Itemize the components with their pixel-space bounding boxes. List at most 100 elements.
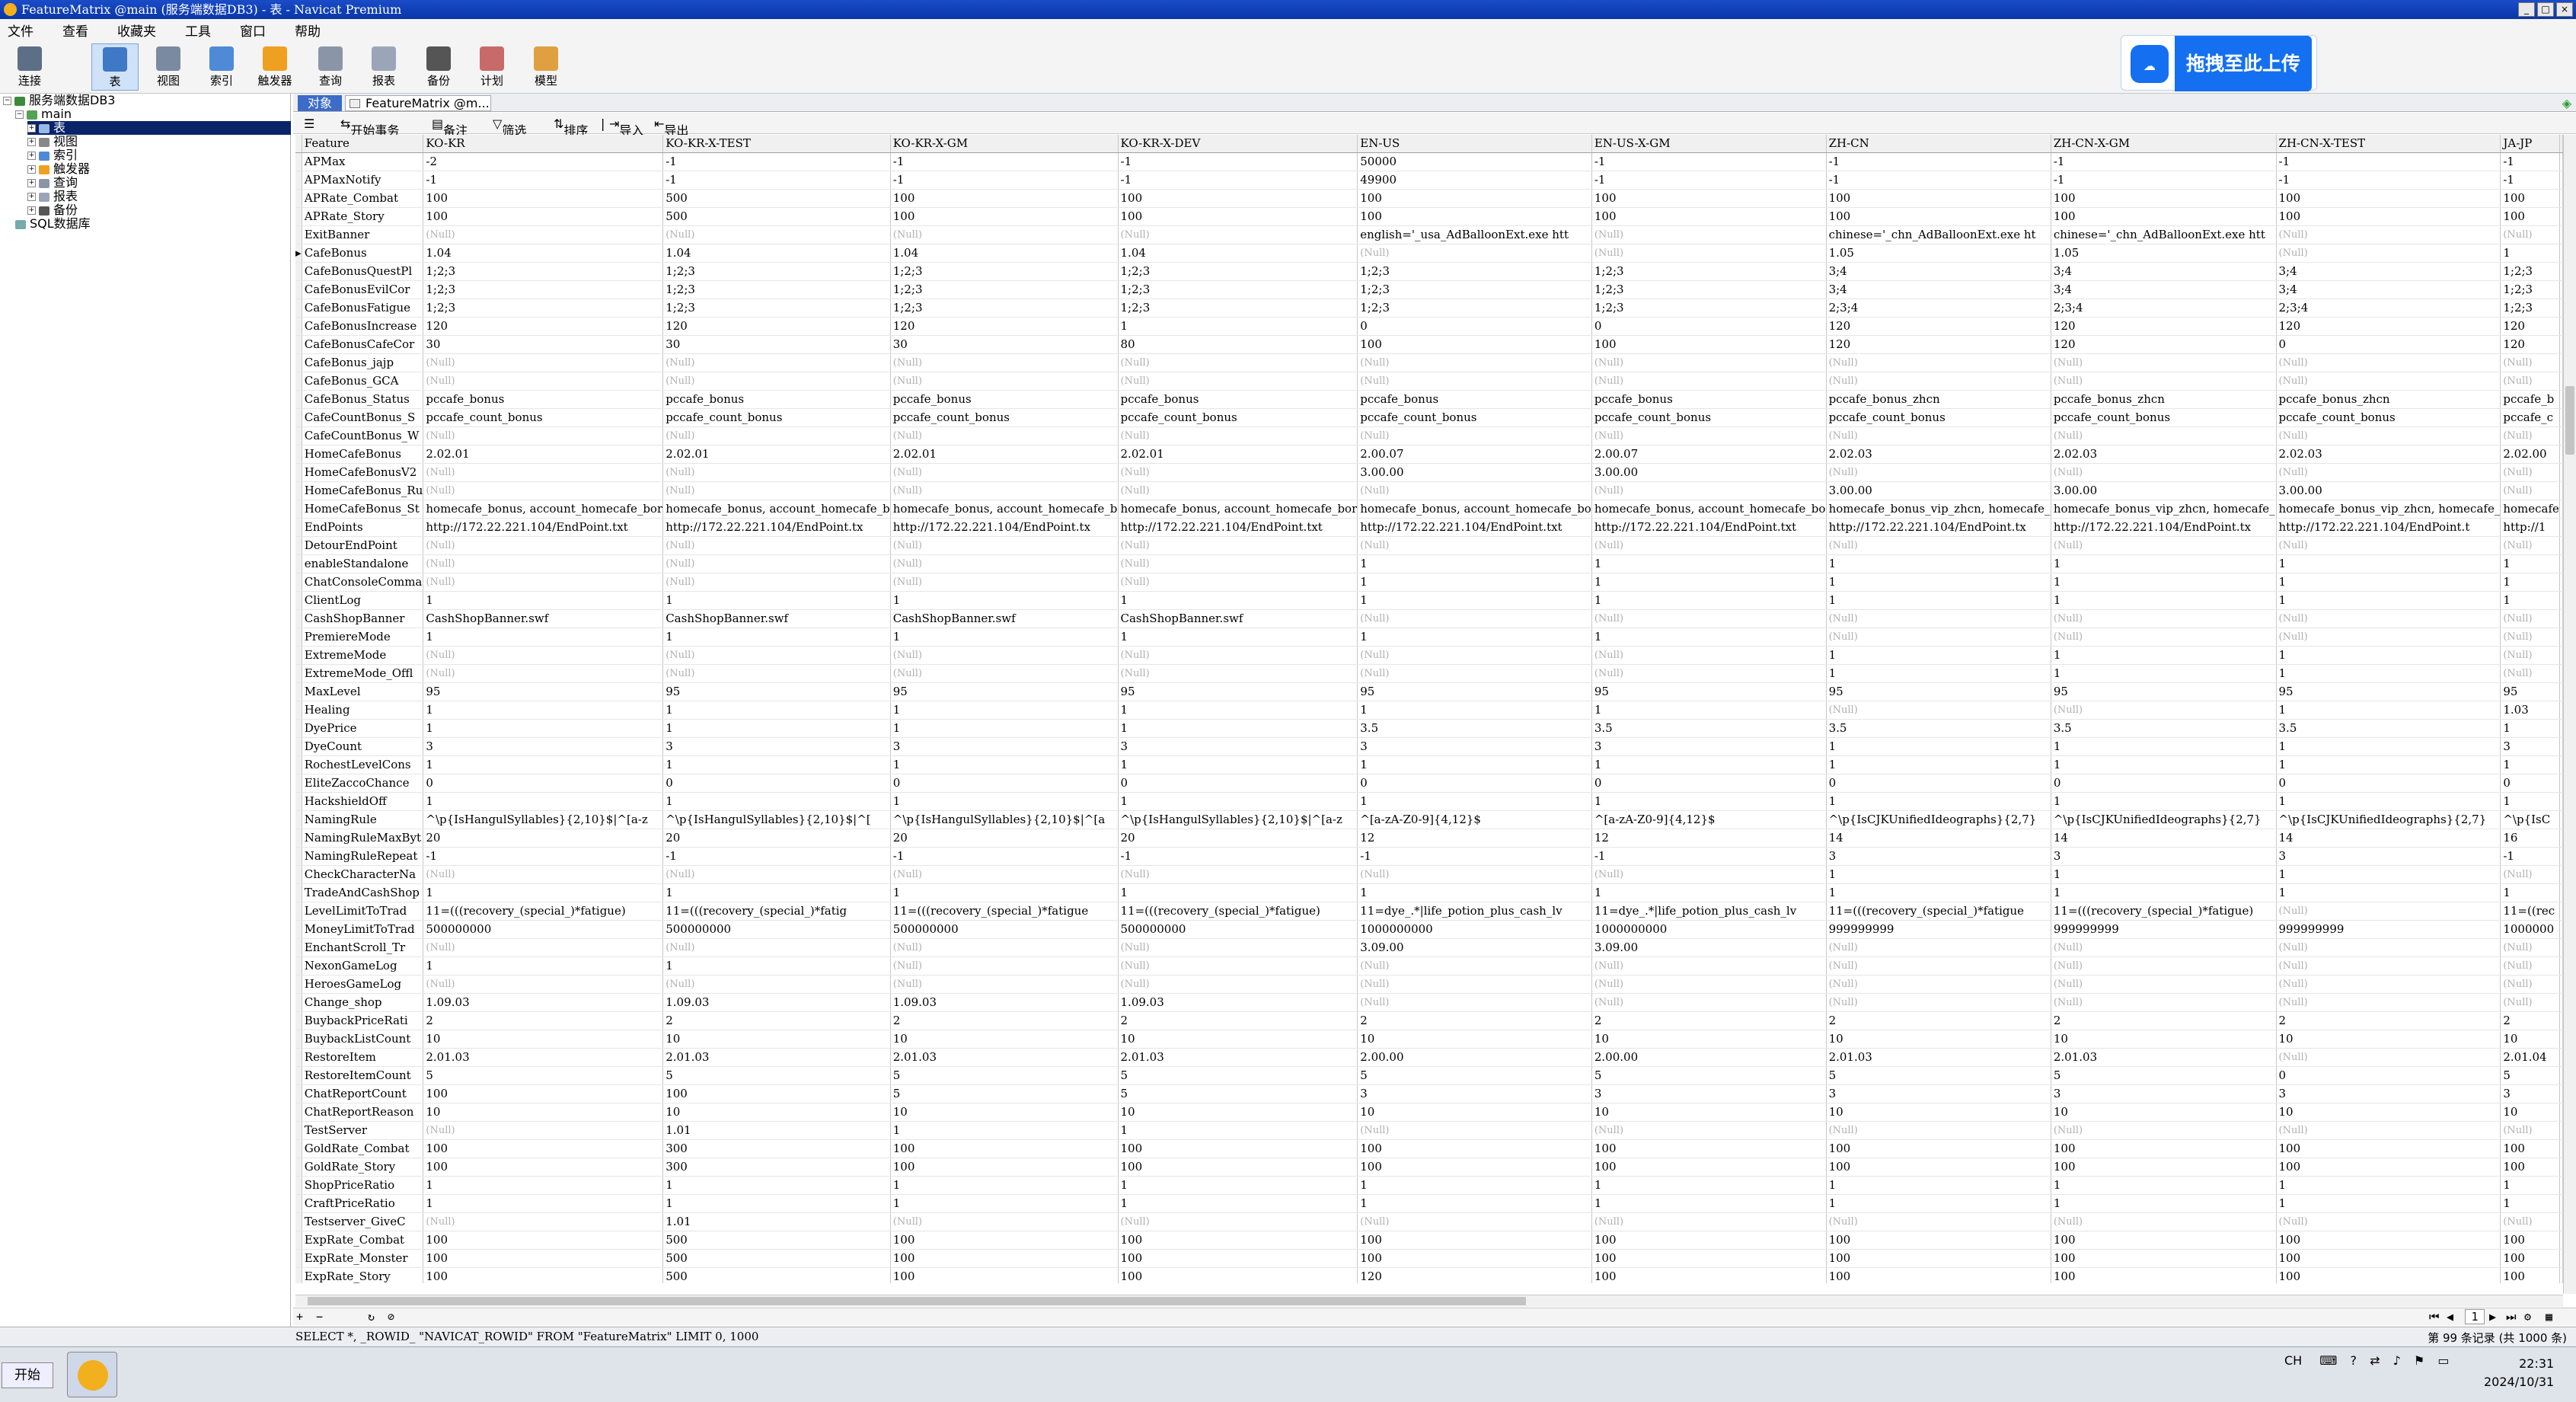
toolbar-schedule-button[interactable]: 计划: [468, 43, 516, 91]
table-cell[interactable]: 100: [1591, 335, 1827, 354]
row-indicator[interactable]: [295, 646, 302, 665]
grid-view-icon[interactable]: ▦: [2546, 1310, 2552, 1324]
table-cell[interactable]: 100: [2051, 189, 2277, 208]
table-cell[interactable]: 2.02.00: [2500, 445, 2560, 464]
row-indicator[interactable]: [295, 426, 302, 446]
table-cell[interactable]: 120: [662, 317, 891, 336]
table-cell[interactable]: (Null): [2276, 426, 2501, 446]
table-cell[interactable]: -1: [1591, 171, 1827, 190]
table-cell[interactable]: 1: [1118, 1121, 1358, 1140]
table-cell[interactable]: 1: [423, 591, 664, 610]
table-cell[interactable]: pccafe_count_bonus: [1826, 408, 2051, 427]
table-cell[interactable]: 1: [2276, 865, 2501, 884]
table-row[interactable]: NexonGameLog 1 1 (Null) (Null) (Null) (Null) (N…: [295, 956, 2563, 976]
tab-objects[interactable]: 对象: [298, 95, 342, 111]
table-cell[interactable]: 100: [2276, 1158, 2501, 1177]
table-cell[interactable]: (Null): [1118, 481, 1358, 500]
row-indicator[interactable]: [295, 1194, 302, 1213]
table-cell[interactable]: 100: [1591, 207, 1827, 226]
table-cell[interactable]: (Null): [1118, 865, 1358, 884]
table-cell[interactable]: (Null): [662, 536, 891, 555]
table-cell[interactable]: 1: [2500, 244, 2560, 263]
table-cell[interactable]: (Null): [423, 481, 664, 500]
table-cell[interactable]: 30: [662, 335, 891, 354]
table-cell[interactable]: homecafe_bonus, account_homecafe_bo: [1591, 500, 1827, 519]
table-cell[interactable]: 100: [2500, 1231, 2560, 1250]
table-cell[interactable]: 100: [2276, 1267, 2501, 1283]
table-cell[interactable]: (Null): [2500, 975, 2560, 994]
table-cell[interactable]: (Null): [1591, 225, 1827, 244]
table-cell[interactable]: 100: [2051, 1231, 2277, 1250]
table-cell[interactable]: 1: [662, 792, 891, 811]
table-cell[interactable]: 3;4: [1826, 262, 2051, 281]
feature-cell[interactable]: CafeBonusQuestPl: [302, 262, 424, 281]
table-cell[interactable]: 120: [2500, 317, 2560, 336]
table-cell[interactable]: 1.01: [662, 1121, 891, 1140]
table-cell[interactable]: -1: [1357, 847, 1592, 866]
table-cell[interactable]: (Null): [890, 573, 1119, 592]
table-cell[interactable]: 100: [2051, 1267, 2277, 1283]
table-cell[interactable]: (Null): [1357, 481, 1592, 500]
feature-cell[interactable]: HackshieldOff: [302, 792, 424, 811]
row-indicator[interactable]: [295, 792, 302, 811]
table-cell[interactable]: 100: [2500, 1267, 2560, 1283]
table-cell[interactable]: 1: [1118, 719, 1358, 738]
table-cell[interactable]: 100: [2276, 1231, 2501, 1250]
table-row[interactable]: HomeCafeBonus_St homecafe_bonus, account_…: [295, 500, 2563, 519]
table-cell[interactable]: 1;2;3: [1118, 299, 1358, 318]
table-row[interactable]: Healing 1 1 1 1 1 1 (Null) (Null) 1 1.03: [295, 701, 2563, 720]
table-cell[interactable]: (Null): [2276, 956, 2501, 976]
table-cell[interactable]: 1: [662, 956, 891, 976]
table-cell[interactable]: 100: [1118, 1158, 1358, 1177]
table-cell[interactable]: 1: [1357, 591, 1592, 610]
table-cell[interactable]: 5: [2051, 1066, 2277, 1085]
table-cell[interactable]: 2: [662, 1011, 891, 1030]
feature-cell[interactable]: MaxLevel: [302, 682, 424, 701]
table-cell[interactable]: 120: [1826, 317, 2051, 336]
table-cell[interactable]: 1: [423, 1194, 664, 1213]
table-cell[interactable]: homecafe_bonus_vip_zhcn, homecafe_: [2051, 500, 2277, 519]
table-cell[interactable]: (Null): [890, 225, 1119, 244]
table-row[interactable]: CafeBonus_GCA (Null) (Null) (Null) (Null) (Nu…: [295, 372, 2563, 391]
table-cell[interactable]: (Null): [2500, 1121, 2560, 1140]
table-cell[interactable]: 14: [1826, 829, 2051, 848]
table-cell[interactable]: http://172.22.221.104/EndPoint.tx: [662, 518, 891, 537]
table-cell[interactable]: homecafe: [2500, 500, 2560, 519]
table-cell[interactable]: 20: [890, 829, 1119, 848]
clock[interactable]: 22:31 2024/10/31: [2484, 1355, 2554, 1391]
table-cell[interactable]: 999999999: [2051, 920, 2277, 939]
row-indicator[interactable]: [295, 1066, 302, 1085]
table-cell[interactable]: (Null): [1357, 1212, 1592, 1231]
table-cell[interactable]: pccafe_count_bonus: [2051, 408, 2277, 427]
table-cell[interactable]: 1: [2276, 755, 2501, 774]
table-cell[interactable]: 100: [1357, 1158, 1592, 1177]
table-cell[interactable]: 2;3;4: [2051, 299, 2277, 318]
table-cell[interactable]: 100: [2500, 1139, 2560, 1158]
table-cell[interactable]: (Null): [423, 1121, 664, 1140]
table-cell[interactable]: 1: [1118, 317, 1358, 336]
row-indicator[interactable]: [295, 865, 302, 884]
table-cell[interactable]: 1: [2051, 573, 2277, 592]
table-cell[interactable]: 10: [1826, 1030, 2051, 1049]
table-row[interactable]: MaxLevel 95 95 95 95 95 95 95 95 95 95: [295, 682, 2563, 701]
table-cell[interactable]: 3: [2051, 847, 2277, 866]
table-cell[interactable]: (Null): [2051, 993, 2277, 1012]
table-cell[interactable]: (Null): [662, 554, 891, 573]
table-cell[interactable]: 95: [662, 682, 891, 701]
table-row[interactable]: BuybackListCount 10 10 10 10 10 10 10 10 10 10: [295, 1030, 2563, 1049]
table-cell[interactable]: 3: [2276, 847, 2501, 866]
table-cell[interactable]: (Null): [1357, 956, 1592, 976]
table-cell[interactable]: (Null): [2051, 609, 2277, 628]
row-indicator[interactable]: [295, 536, 302, 555]
table-cell[interactable]: 1;2;3: [1357, 262, 1592, 281]
table-cell[interactable]: 0: [1591, 774, 1827, 793]
table-cell[interactable]: 100: [1357, 207, 1592, 226]
table-cell[interactable]: 100: [423, 207, 664, 226]
table-row[interactable]: EndPoints http://172.22.221.104/EndPoint.…: [295, 518, 2563, 537]
table-cell[interactable]: -2: [423, 152, 664, 171]
table-cell[interactable]: 500000000: [1118, 920, 1358, 939]
table-row[interactable]: CafeBonus_Status pccafe_bonus pccafe_bonus…: [295, 390, 2563, 409]
table-row[interactable]: NamingRule ^\p{IsHangulSyllables}{2,10}$|…: [295, 810, 2563, 829]
expand-icon[interactable]: +: [27, 193, 36, 201]
feature-cell[interactable]: ExpRate_Combat: [302, 1231, 424, 1250]
